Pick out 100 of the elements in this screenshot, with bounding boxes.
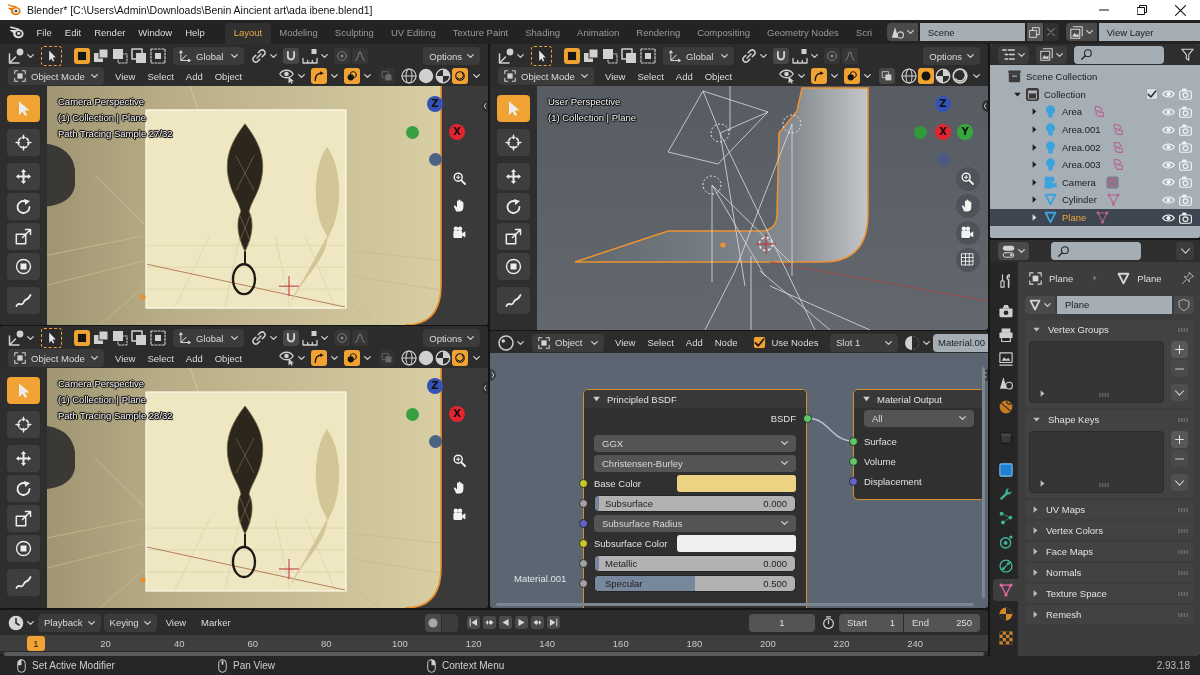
jump-end-icon[interactable] (547, 616, 561, 629)
search-field[interactable] (1051, 242, 1141, 260)
subtract-selection-icon[interactable] (112, 48, 128, 64)
menu-dropdown[interactable]: Playback (38, 613, 101, 632)
visibility-icon[interactable] (279, 68, 295, 84)
gizmo-icon[interactable] (311, 350, 327, 366)
menu-item[interactable]: View (609, 337, 642, 348)
outliner-row[interactable]: Area (990, 103, 1200, 121)
menu-item[interactable]: Select (631, 70, 670, 82)
blender-logo-icon[interactable] (9, 25, 24, 39)
link-icon[interactable] (251, 330, 267, 346)
caret-icon[interactable] (473, 74, 480, 78)
menu-item[interactable]: Edit (58, 26, 88, 38)
cursor-icon[interactable] (7, 377, 40, 404)
hand-icon[interactable] (956, 194, 980, 218)
color-swatch[interactable] (677, 474, 796, 492)
menu-item[interactable]: File (30, 26, 59, 38)
grid-icon[interactable] (956, 248, 980, 272)
panel-header[interactable]: Vertex Groups (1025, 320, 1194, 339)
cursor-icon[interactable] (7, 95, 40, 122)
new-selection-icon[interactable] (74, 330, 90, 346)
axis-handle[interactable] (913, 125, 927, 139)
caret-icon[interactable] (270, 54, 277, 58)
invert-selection-icon[interactable] (621, 48, 637, 64)
caret-icon[interactable] (517, 340, 524, 345)
clock-icon[interactable] (8, 614, 24, 631)
transform-icon[interactable] (497, 253, 530, 280)
collapsed-arrow-icon[interactable] (1032, 143, 1037, 151)
menu-dropdown[interactable]: Keying (103, 613, 157, 632)
editor-type-button[interactable] (998, 242, 1029, 260)
caret-icon[interactable] (364, 356, 371, 360)
menu-button[interactable] (1171, 474, 1188, 491)
outliner-row[interactable]: Area.002 (990, 138, 1200, 156)
record-button[interactable] (425, 613, 442, 632)
solid-shading-icon[interactable] (418, 68, 434, 84)
view-layer-browse-button[interactable] (1065, 23, 1097, 41)
move-arrows-icon[interactable] (7, 445, 40, 472)
shader-node[interactable]: Principled BSDF BSDF GGX Christensen-Burley Base Color Subsurface 0.000 Subsurface Radius Subsurface Color Metallic 0.000 Specular 0.500 (583, 389, 807, 608)
menu-item[interactable]: Object (208, 352, 249, 364)
scene-field[interactable]: Scene (919, 23, 1025, 41)
caret-icon[interactable] (321, 336, 328, 340)
toggle-button[interactable] (442, 613, 459, 632)
snap-increment-icon[interactable] (302, 330, 318, 346)
material-field[interactable]: Material.00 (933, 333, 988, 352)
rendered-shading-icon[interactable] (452, 68, 468, 84)
magnet-icon[interactable] (773, 48, 789, 64)
outliner-row[interactable]: Cylinder (990, 191, 1200, 209)
menu-item[interactable]: Object (698, 70, 739, 82)
transform-icon[interactable] (7, 253, 40, 280)
options-button[interactable] (1176, 242, 1194, 260)
shield-button[interactable] (1174, 295, 1194, 314)
scale-icon[interactable] (7, 223, 40, 250)
wireframe-shading-icon[interactable] (401, 350, 417, 366)
display-mode-button[interactable] (1036, 45, 1067, 64)
caret-icon[interactable] (973, 74, 980, 78)
horizontal-scrollbar[interactable] (496, 603, 974, 606)
axis-handle[interactable] (428, 152, 442, 166)
options-dropdown[interactable]: Options (923, 47, 980, 65)
axis-handle[interactable] (405, 407, 419, 421)
menu-item[interactable]: View (109, 70, 142, 82)
crosshair-icon[interactable] (7, 411, 40, 438)
gizmo-icon[interactable] (811, 68, 827, 84)
outliner-row[interactable]: Area.003 (990, 155, 1200, 174)
move-arrows-icon[interactable] (7, 163, 40, 190)
menu-item[interactable]: Select (141, 352, 180, 364)
menu-item[interactable]: Add (179, 70, 209, 82)
menu-item[interactable]: Window (131, 26, 179, 38)
select-box-button[interactable] (531, 46, 552, 66)
material-sphere-icon[interactable] (904, 334, 920, 351)
visibility-icon[interactable] (279, 350, 295, 366)
panel-header[interactable]: Shape Keys (1025, 410, 1194, 429)
snap-increment-icon[interactable] (792, 48, 808, 64)
panel-header[interactable]: Vertex Colors (1025, 521, 1194, 540)
workspace-tab[interactable]: Sculpting (326, 23, 383, 44)
pin-icon[interactable] (1182, 272, 1194, 284)
annotate-icon[interactable] (497, 287, 530, 314)
close-icon[interactable] (1175, 4, 1186, 16)
browse-mesh-button[interactable] (1025, 295, 1055, 314)
menu-item[interactable]: Marker (195, 617, 237, 628)
caret-icon[interactable] (27, 336, 34, 340)
close-button[interactable] (1043, 23, 1059, 41)
mode-dropdown[interactable]: Object Mode (498, 67, 594, 85)
menu-item[interactable]: View (159, 617, 193, 628)
sidebar-toggle-icon[interactable] (482, 100, 488, 112)
panel-header[interactable]: Remesh (1025, 605, 1194, 624)
outliner-row[interactable]: Camera (990, 173, 1200, 192)
editor-type-button[interactable] (998, 45, 1029, 64)
slider-field[interactable]: Subsurface 0.000 (594, 494, 796, 512)
invert-selection-icon[interactable] (131, 330, 147, 346)
start-frame-field[interactable]: Start 1 (839, 613, 903, 632)
overlays-icon[interactable] (344, 350, 360, 366)
axis-handle[interactable] (428, 434, 442, 448)
caret-icon[interactable] (517, 54, 524, 58)
play-icon[interactable] (515, 616, 529, 629)
checkbox-label[interactable]: Use Nodes (771, 337, 819, 348)
workspace-tab[interactable]: Scri (847, 23, 881, 44)
scale-icon[interactable] (7, 505, 40, 532)
search-field[interactable] (1074, 45, 1164, 64)
collapsed-arrow-icon[interactable] (1032, 108, 1037, 116)
scale-icon[interactable] (497, 223, 530, 250)
